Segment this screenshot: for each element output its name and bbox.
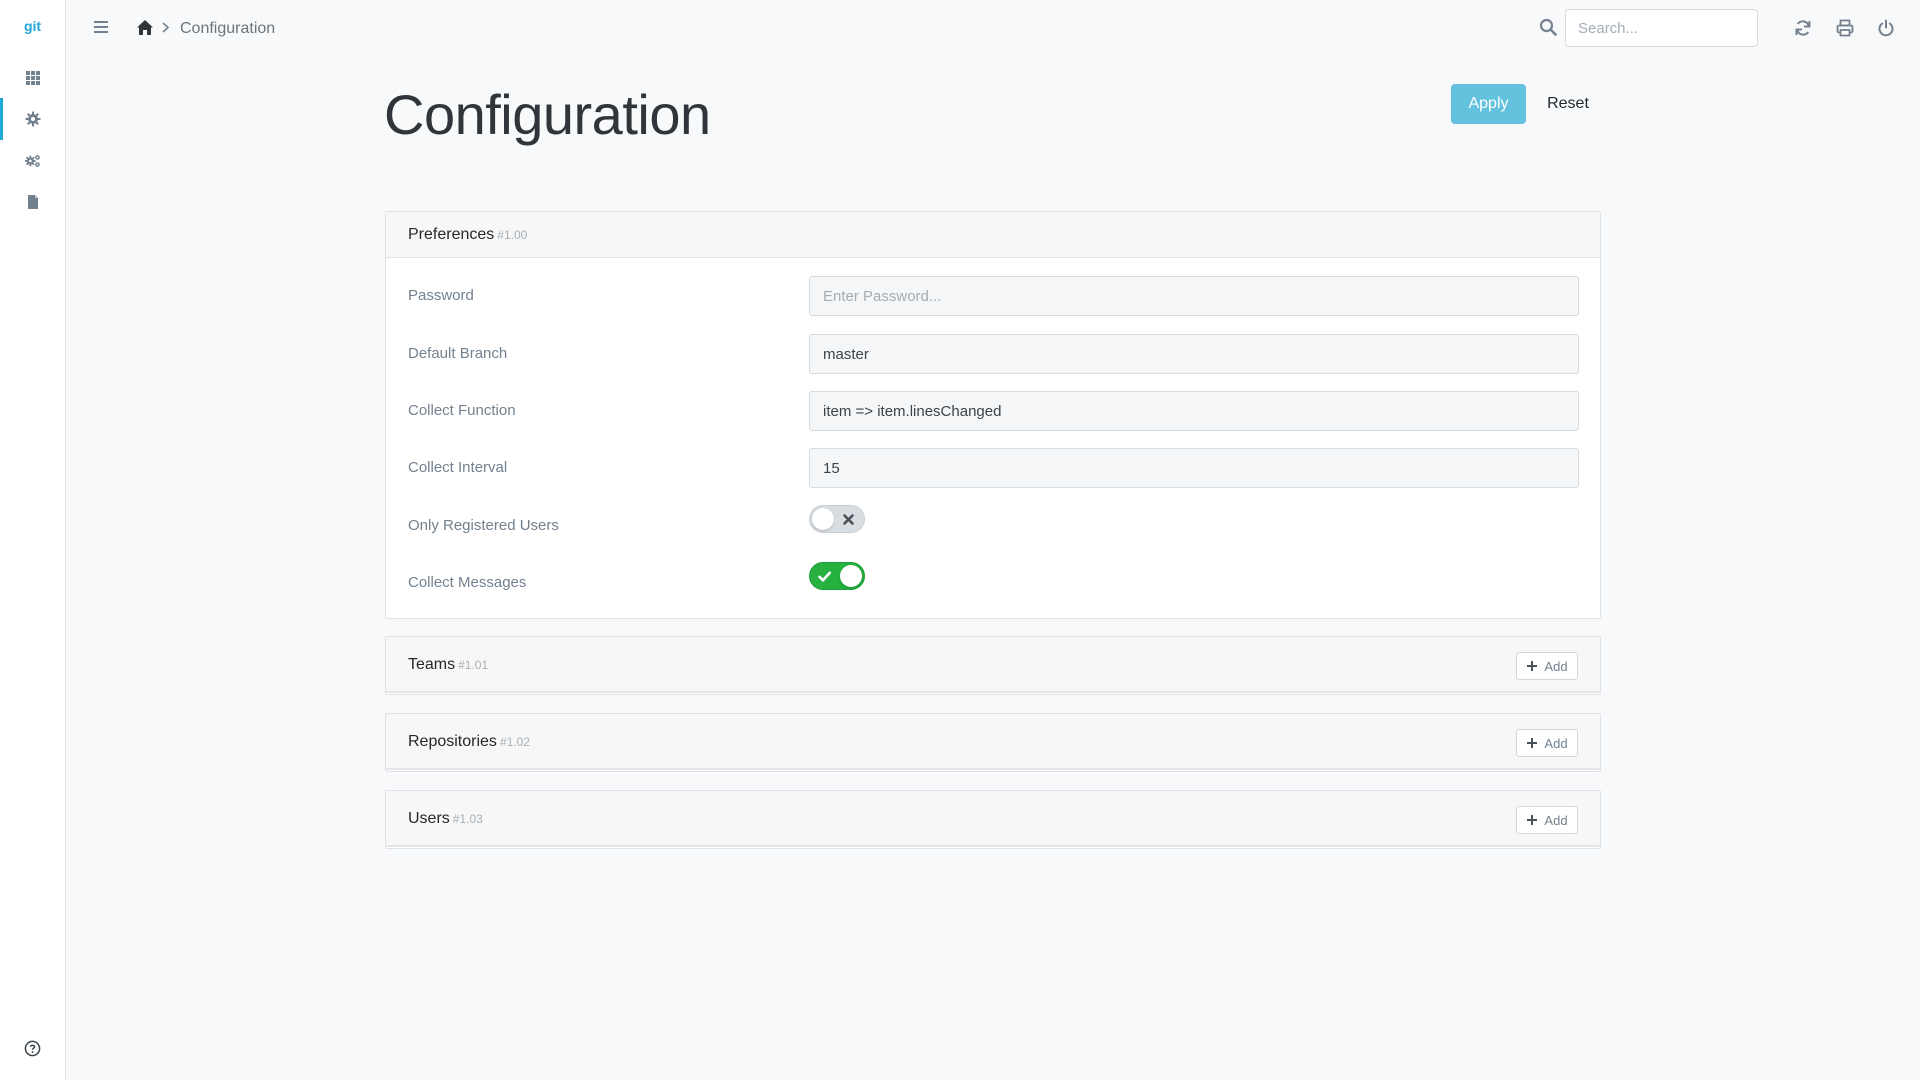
teams-card: Teams #1.01 Add [385,636,1601,695]
only-registered-users-toggle[interactable] [809,505,865,533]
page-title: Configuration [384,83,711,146]
default-branch-row: Default Branch [386,332,1600,376]
grid-icon [25,71,40,85]
sidebar-item-dashboard[interactable] [0,57,65,99]
collect-function-label: Collect Function [408,402,516,419]
collect-function-row: Collect Function [386,389,1600,433]
reset-button[interactable]: Reset [1534,84,1602,124]
plus-icon [1527,661,1538,671]
power-icon[interactable] [1877,19,1895,37]
breadcrumb-current: Configuration [180,20,276,37]
document-icon [27,195,38,209]
card-id: #1.01 [458,658,489,672]
x-icon [843,514,854,525]
card-title: Teams #1.01 [408,656,488,674]
card-title: Repositories #1.02 [408,733,530,751]
card-title: Preferences #1.00 [408,226,527,244]
print-icon[interactable] [1836,19,1854,37]
sidebar-item-settings[interactable] [0,140,65,182]
collect-messages-row: Collect Messages [386,561,1600,605]
plus-icon [1527,815,1538,825]
card-title-text: Users [408,810,450,827]
add-user-button[interactable]: Add [1516,806,1578,834]
plus-icon [1527,738,1538,748]
gear-icon [25,111,40,127]
card-title: Users #1.03 [408,810,483,828]
topbar: Configuration [66,0,1920,58]
password-row: Password [386,274,1600,318]
card-id: #1.00 [497,228,528,242]
toggle-knob [812,508,834,530]
password-field[interactable] [809,276,1579,316]
collect-interval-label: Collect Interval [408,459,508,476]
preferences-card: Preferences #1.00 Password Default Branch… [385,211,1601,619]
home-icon[interactable] [136,19,154,36]
users-card: Users #1.03 Add [385,790,1601,849]
collect-interval-row: Collect Interval [386,446,1600,490]
add-team-button[interactable]: Add [1516,652,1578,680]
card-title-text: Repositories [408,733,497,750]
only-registered-users-label: Only Registered Users [408,517,559,534]
search-icon[interactable] [1539,18,1557,36]
password-label: Password [408,287,474,304]
repositories-card: Repositories #1.02 Add [385,713,1601,772]
only-registered-users-row: Only Registered Users [386,504,1600,548]
card-id: #1.02 [499,735,530,749]
repositories-card-header[interactable]: Repositories #1.02 Add [386,714,1600,770]
collect-messages-label: Collect Messages [408,574,527,591]
menu-toggle-icon[interactable] [93,19,109,35]
users-card-header[interactable]: Users #1.03 Add [386,791,1600,847]
default-branch-label: Default Branch [408,345,508,362]
teams-card-header[interactable]: Teams #1.01 Add [386,637,1600,693]
sidebar-item-docs[interactable] [0,181,65,223]
check-icon [818,571,831,582]
app-logo[interactable]: git [0,18,65,34]
card-title-text: Teams [408,656,456,673]
toggle-knob [840,565,862,587]
add-button-label: Add [1544,658,1568,674]
default-branch-field[interactable] [809,334,1579,374]
chevron-right-icon [162,22,170,33]
add-button-label: Add [1544,735,1568,751]
preferences-card-header: Preferences #1.00 [386,212,1600,258]
search-input[interactable] [1565,9,1758,47]
collect-messages-toggle[interactable] [809,562,865,590]
apply-button[interactable]: Apply [1451,84,1526,124]
card-title-text: Preferences [408,226,495,243]
question-circle-icon[interactable] [24,1040,41,1057]
gears-icon [24,155,40,167]
add-repository-button[interactable]: Add [1516,729,1578,757]
refresh-icon[interactable] [1794,19,1812,37]
card-id: #1.03 [452,812,483,826]
sidebar: git [0,0,66,1080]
sidebar-item-configuration[interactable] [0,98,65,140]
collect-interval-field[interactable] [809,448,1579,488]
collect-function-field[interactable] [809,391,1579,431]
add-button-label: Add [1544,812,1568,828]
